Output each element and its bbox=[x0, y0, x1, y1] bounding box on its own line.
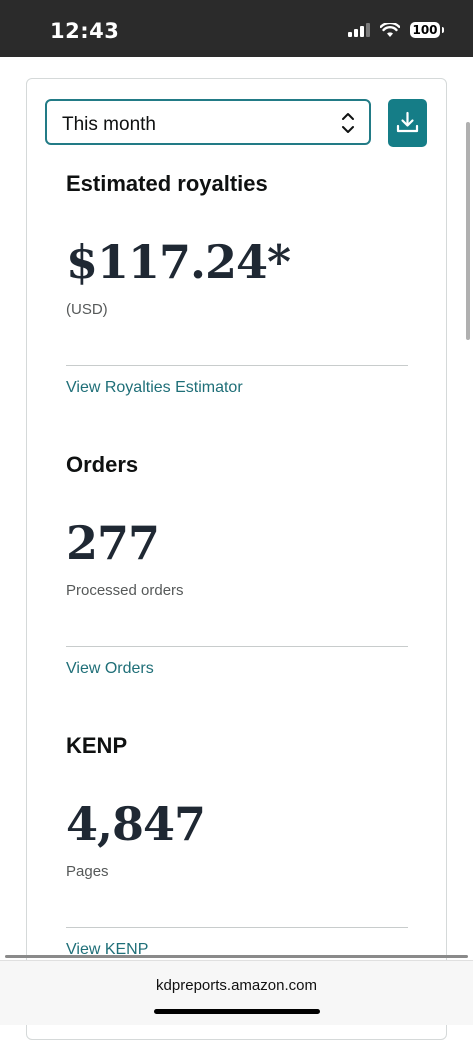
royalties-amount: $117.24* bbox=[66, 235, 291, 289]
kenp-caption: Pages bbox=[66, 863, 109, 880]
royalties-title: Estimated royalties bbox=[66, 171, 268, 196]
royalties-currency: (USD) bbox=[66, 301, 108, 318]
kenp-count: 4,847 bbox=[66, 797, 206, 851]
scrollbar[interactable] bbox=[466, 122, 470, 340]
download-button[interactable] bbox=[388, 99, 427, 147]
divider bbox=[5, 955, 468, 958]
period-select[interactable]: This month bbox=[45, 99, 371, 145]
divider bbox=[66, 927, 408, 928]
view-royalties-estimator-link[interactable]: View Royalties Estimator bbox=[66, 379, 243, 397]
divider bbox=[66, 365, 408, 366]
home-indicator[interactable] bbox=[154, 1009, 320, 1014]
divider bbox=[66, 646, 408, 647]
dashboard-card: This month Estimated royalties $117.24* … bbox=[26, 78, 447, 1040]
period-select-value: This month bbox=[62, 114, 156, 135]
browser-bottom-bar: kdpreports.amazon.com bbox=[0, 960, 473, 1025]
wifi-icon bbox=[380, 22, 400, 37]
download-icon bbox=[396, 111, 419, 133]
orders-title: Orders bbox=[66, 452, 139, 477]
status-icons: 100 bbox=[348, 22, 444, 38]
cellular-signal-icon bbox=[348, 23, 370, 37]
chevron-up-down-icon bbox=[342, 113, 354, 133]
status-time: 12:43 bbox=[50, 19, 120, 43]
view-orders-link[interactable]: View Orders bbox=[66, 660, 154, 678]
kenp-title: KENP bbox=[66, 733, 128, 758]
status-bar: 12:43 100 bbox=[0, 0, 473, 57]
orders-caption: Processed orders bbox=[66, 582, 184, 599]
orders-count: 277 bbox=[66, 516, 160, 570]
battery-icon: 100 bbox=[410, 22, 444, 38]
url-display[interactable]: kdpreports.amazon.com bbox=[0, 977, 473, 994]
